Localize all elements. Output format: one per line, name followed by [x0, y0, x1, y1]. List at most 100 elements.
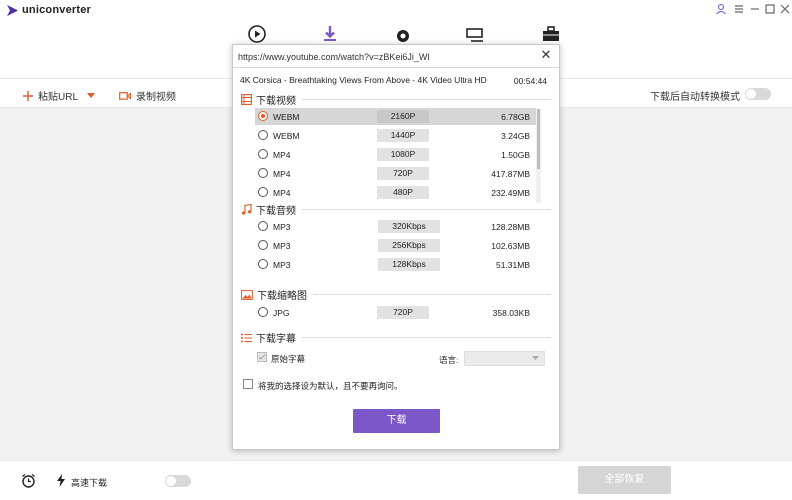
- menu-icon[interactable]: [733, 3, 745, 15]
- radio-button[interactable]: [258, 259, 268, 269]
- transfer-tab-icon[interactable]: [465, 24, 485, 44]
- video-option-row[interactable]: MP4 480P 232.49MB: [255, 184, 536, 201]
- radio-button[interactable]: [258, 187, 268, 197]
- audio-section-header: 下载音频: [241, 202, 551, 217]
- remember-choice-checkbox[interactable]: [243, 379, 253, 389]
- paste-url-button[interactable]: 粘贴URL: [23, 88, 100, 103]
- image-icon: [241, 289, 253, 300]
- bottom-bar: 高速下载 全部恢复: [0, 460, 792, 500]
- user-icon[interactable]: [715, 3, 727, 15]
- title-bar: uniconverter: [0, 0, 792, 20]
- toolbox-tab-icon[interactable]: [541, 24, 561, 44]
- format-label: MP4: [273, 150, 291, 160]
- thumbnail-option-row[interactable]: JPG 720P 358.03KB: [255, 304, 536, 321]
- scrollbar-thumb[interactable]: [537, 109, 540, 169]
- audio-option-row[interactable]: MP3 320Kbps 128.28MB: [255, 218, 536, 235]
- radio-button[interactable]: [258, 111, 268, 121]
- file-size: 102.63MB: [491, 241, 530, 251]
- format-label: MP3: [273, 260, 291, 270]
- high-speed-label: 高速下载: [71, 478, 108, 488]
- file-size: 128.28MB: [491, 222, 530, 232]
- convert-tab-icon[interactable]: [247, 24, 267, 44]
- audio-section-label: 下载音频: [256, 206, 296, 217]
- download-options-dialog: https://www.youtube.com/watch?v=zBKei6Ji…: [232, 44, 560, 450]
- remember-choice-label: 将我的选择设为默认，且不要再询问。: [258, 381, 403, 391]
- video-url: https://www.youtube.com/watch?v=zBKei6Ji…: [238, 52, 430, 62]
- video-section-header: 下载视频: [241, 92, 551, 107]
- app-name: uniconverter: [22, 4, 92, 16]
- record-tab-icon[interactable]: [393, 24, 413, 44]
- download-button[interactable]: 下载: [353, 409, 440, 433]
- video-option-row[interactable]: WEBM 1440P 3.24GB: [255, 127, 536, 144]
- list-icon: [241, 333, 252, 342]
- close-dialog-icon[interactable]: ✕: [539, 48, 553, 62]
- language-label: 语言:: [439, 355, 459, 365]
- format-label: JPG: [273, 308, 290, 318]
- language-select[interactable]: [464, 351, 545, 366]
- music-note-icon: [242, 204, 252, 215]
- bitrate-badge: 128Kbps: [378, 258, 440, 271]
- resolution-badge: 1080P: [377, 148, 429, 161]
- format-label: MP3: [273, 241, 291, 251]
- high-speed-toggle[interactable]: [165, 475, 191, 487]
- file-size: 232.49MB: [491, 188, 530, 198]
- maximize-icon[interactable]: [764, 3, 776, 15]
- resolution-badge: 1440P: [377, 129, 429, 142]
- resume-all-button[interactable]: 全部恢复: [578, 466, 671, 494]
- file-size: 358.03KB: [492, 308, 530, 318]
- subtitle-section-label: 下载字幕: [256, 334, 296, 345]
- video-duration: 00:54:44: [513, 76, 547, 86]
- video-option-row[interactable]: MP4 1080P 1.50GB: [255, 146, 536, 163]
- video-title: 4K Corsica - Breathtaking Views From Abo…: [240, 75, 487, 85]
- app-logo-icon: [7, 5, 18, 16]
- radio-button[interactable]: [258, 130, 268, 140]
- thumbnail-section-label: 下载缩略图: [257, 291, 307, 302]
- divider: [233, 67, 559, 68]
- file-size: 417.87MB: [491, 169, 530, 179]
- format-label: MP4: [273, 188, 291, 198]
- radio-button[interactable]: [258, 149, 268, 159]
- chevron-down-icon: [532, 356, 539, 360]
- radio-button[interactable]: [258, 221, 268, 231]
- radio-button[interactable]: [258, 168, 268, 178]
- resolution-badge: 720P: [377, 167, 429, 180]
- format-label: WEBM: [273, 131, 300, 141]
- file-size: 6.78GB: [501, 112, 530, 122]
- video-section-label: 下载视频: [256, 96, 296, 107]
- resolution-badge: 720P: [377, 306, 429, 319]
- audio-option-row[interactable]: MP3 128Kbps 51.31MB: [255, 256, 536, 273]
- file-size: 51.31MB: [495, 260, 530, 270]
- bitrate-badge: 320Kbps: [378, 220, 440, 233]
- auto-convert-toggle[interactable]: [745, 88, 771, 100]
- format-label: MP4: [273, 169, 291, 179]
- alarm-clock-icon[interactable]: [21, 473, 36, 488]
- checkmark-icon: [258, 354, 266, 360]
- auto-convert-label: 下载后自动转换模式: [650, 92, 740, 103]
- plus-icon: [23, 90, 33, 101]
- file-size: 1.50GB: [501, 150, 530, 160]
- format-label: WEBM: [273, 112, 300, 122]
- radio-button[interactable]: [258, 307, 268, 317]
- resolution-badge: 480P: [377, 186, 429, 199]
- subtitle-section-header: 下载字幕: [241, 330, 551, 345]
- video-camera-icon: [119, 91, 131, 100]
- video-option-row[interactable]: WEBM 2160P 6.78GB: [255, 108, 536, 125]
- resolution-badge: 2160P: [377, 110, 429, 123]
- bitrate-badge: 256Kbps: [378, 239, 440, 252]
- caret-down-icon[interactable]: [87, 92, 96, 99]
- download-tab-icon[interactable]: [320, 24, 340, 44]
- original-subtitle-label: 原始字幕: [271, 354, 306, 364]
- format-label: MP3: [273, 222, 291, 232]
- lightning-icon: [57, 474, 65, 487]
- paste-url-label: 粘贴URL: [38, 92, 79, 103]
- audio-option-row[interactable]: MP3 256Kbps 102.63MB: [255, 237, 536, 254]
- original-subtitle-checkbox[interactable]: [257, 352, 267, 362]
- film-icon: [241, 94, 252, 105]
- file-size: 3.24GB: [501, 131, 530, 141]
- minimize-icon[interactable]: [749, 3, 761, 15]
- record-video-button[interactable]: 录制视频: [119, 88, 176, 103]
- video-option-row[interactable]: MP4 720P 417.87MB: [255, 165, 536, 182]
- close-window-icon[interactable]: [779, 3, 791, 15]
- radio-button[interactable]: [258, 240, 268, 250]
- thumbnail-section-header: 下载缩略图: [241, 287, 551, 302]
